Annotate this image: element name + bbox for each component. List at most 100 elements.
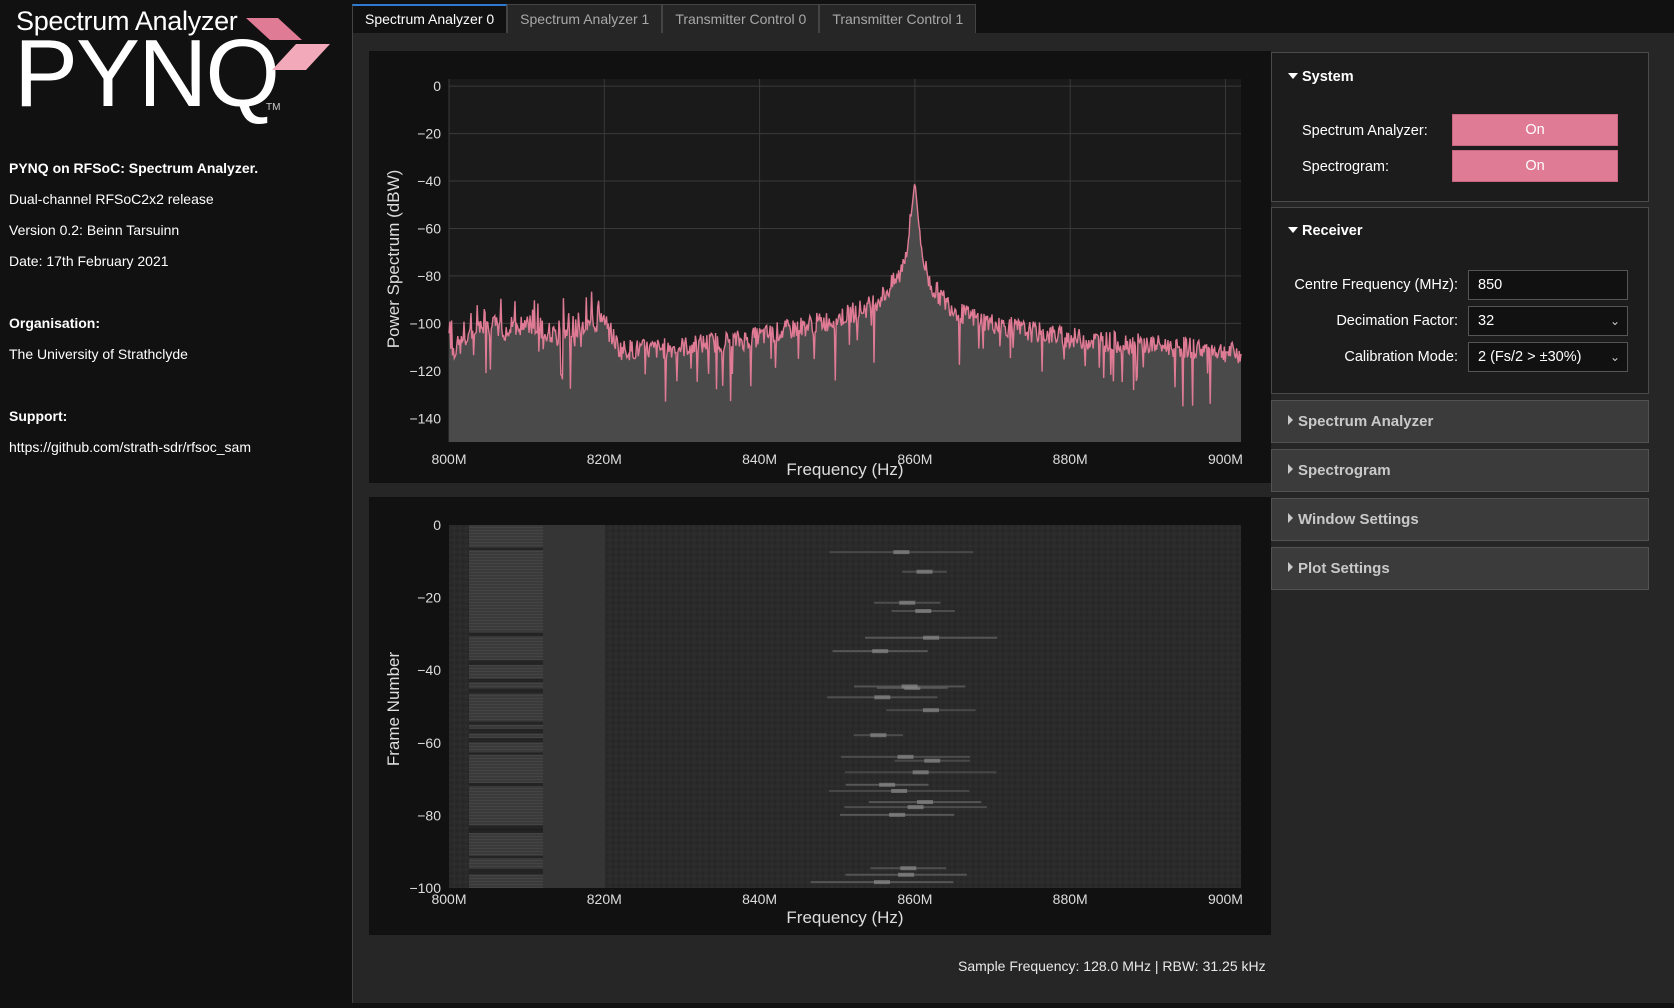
spectrogram-streak-core (879, 782, 896, 787)
spectrogram-streak-core (893, 550, 910, 555)
spectrogram-dark-band (469, 678, 543, 683)
y-tick-label: 0 (433, 517, 441, 533)
spectrum-plot[interactable]: 800M 820M 840M 860M 880M 900M 0 −20 −40 −60 −80 −1… (369, 51, 1271, 483)
spectrogram-streak-core (917, 800, 934, 805)
release-text: Dual-channel RFSoC2x2 release (9, 191, 214, 207)
spectrogram-streak-core (872, 649, 889, 654)
caret-right-icon (1288, 562, 1293, 572)
y-tick-label: −20 (417, 126, 441, 142)
spectrogram-dark-band (469, 783, 543, 787)
x-tick-label: 880M (1053, 451, 1088, 467)
y-tick-label: −20 (417, 590, 441, 606)
spectrogram-streak-core (870, 733, 887, 738)
date-text: Date: 17th February 2021 (9, 253, 169, 269)
decimation-factor-select[interactable]: 32 ⌄ (1468, 306, 1628, 336)
spectrogram-streak-core (916, 569, 933, 574)
x-tick-label: 900M (1208, 451, 1243, 467)
x-tick-label: 860M (897, 891, 932, 907)
tab-spectrum-analyzer-1[interactable]: Spectrum Analyzer 1 (507, 4, 663, 33)
spectrogram-streak-core (874, 695, 891, 700)
x-tick-label: 820M (587, 891, 622, 907)
spectrogram-streak-core (924, 758, 941, 763)
spectrogram-dark-band (469, 825, 543, 831)
y-tick-label: −140 (409, 410, 441, 426)
spectrogram-svg: 800M 820M 840M 860M 880M 900M 0−20−40−60−80−1… (384, 517, 1243, 927)
organisation-text: The University of Strathclyde (9, 346, 188, 362)
spectrogram-streak-core (873, 880, 890, 885)
receiver-title: Receiver (1302, 223, 1363, 239)
spectrogram-y-ticks: 0 −20 −40 −60 −80 −100 (409, 517, 441, 896)
spectrum-ylabel: Power Spectrum (dBW) (384, 170, 403, 349)
caret-right-icon (1288, 415, 1293, 425)
y-tick-label: −60 (417, 220, 441, 236)
x-tick-label: 880M (1053, 891, 1088, 907)
spectrogram-streak-core (891, 788, 908, 793)
spectrogram-dark-band (469, 721, 543, 725)
y-tick-label: −80 (417, 268, 441, 284)
spectrum-analyzer-label: Spectrum Analyzer: (1302, 123, 1428, 139)
spectrogram-dark-band (469, 547, 543, 550)
calibration-mode-select[interactable]: 2 (Fs/2 > ±30%) ⌄ (1468, 342, 1628, 372)
support-label: Support: (9, 408, 68, 424)
sidebar: Spectrum Analyzer PYNQ TM PYNQ on RFSoC:… (0, 0, 350, 1008)
spectrogram-dark-band (469, 688, 543, 694)
section-plot-settings[interactable]: Plot Settings (1271, 547, 1649, 590)
x-tick-label: 900M (1208, 891, 1243, 907)
tab-transmitter-control-1[interactable]: Transmitter Control 1 (819, 4, 977, 33)
spectrogram-dark-band (469, 738, 543, 743)
y-tick-label: −100 (409, 315, 441, 331)
decimation-factor-label: Decimation Factor: (1336, 313, 1458, 329)
section-label: Window Settings (1298, 511, 1419, 528)
caret-down-icon (1288, 73, 1298, 79)
spectrogram-label: Spectrogram: (1302, 159, 1390, 175)
spectrogram-streak-core (922, 708, 939, 713)
spectrum-xlabel: Frequency (Hz) (786, 460, 903, 479)
x-tick-label: 840M (742, 451, 777, 467)
receiver-panel: Receiver Centre Frequency (MHz): 850 Dec… (1271, 207, 1649, 394)
spectrogram-streak-core (923, 635, 940, 640)
spectrogram-streak-core (897, 754, 914, 759)
section-spectrogram[interactable]: Spectrogram (1271, 449, 1649, 492)
support-link[interactable]: https://github.com/strath-sdr/rfsoc_sam (9, 439, 251, 455)
spectrogram-x-ticks: 800M 820M 840M 860M 880M 900M (431, 891, 1243, 907)
caret-right-icon (1288, 513, 1293, 523)
y-tick-label: −120 (409, 363, 441, 379)
spectrogram-xlabel: Frequency (Hz) (786, 908, 903, 927)
status-text: Sample Frequency: 128.0 MHz | RBW: 31.25… (958, 958, 1266, 974)
chevron-down-icon: ⌄ (1609, 350, 1620, 364)
section-spectrum-analyzer[interactable]: Spectrum Analyzer (1271, 400, 1649, 443)
section-label: Plot Settings (1298, 560, 1390, 577)
section-label: Spectrum Analyzer (1298, 413, 1434, 430)
section-window-settings[interactable]: Window Settings (1271, 498, 1649, 541)
tab-transmitter-control-0[interactable]: Transmitter Control 0 (662, 4, 820, 33)
spectrogram-dark-band (469, 855, 543, 859)
spectrogram-streak-core (889, 812, 906, 817)
centre-frequency-input[interactable]: 850 (1468, 270, 1628, 300)
decimation-value: 32 (1478, 313, 1495, 329)
spectrogram-dark-band (469, 660, 543, 665)
spectrum-analyzer-toggle[interactable]: On (1452, 114, 1618, 146)
tab-bar: Spectrum Analyzer 0 Spectrum Analyzer 1 … (352, 4, 977, 33)
spectrogram-streak-core (900, 866, 917, 871)
spectrogram-band-1 (469, 525, 543, 888)
calibration-mode-label: Calibration Mode: (1344, 349, 1458, 365)
system-title: System (1302, 69, 1354, 85)
spectrogram-streak-core (899, 600, 916, 605)
receiver-header[interactable]: Receiver (1288, 223, 1362, 239)
y-tick-label: 0 (433, 78, 441, 94)
spectrogram-dark-band (469, 868, 543, 875)
centre-frequency-label: Centre Frequency (MHz): (1294, 277, 1458, 293)
system-header[interactable]: System (1288, 69, 1354, 85)
x-tick-label: 800M (431, 451, 466, 467)
logo-title: PYNQ (14, 20, 280, 127)
caret-down-icon (1288, 227, 1298, 233)
system-panel: System Spectrum Analyzer: On Spectrogram… (1271, 52, 1649, 202)
organisation-label: Organisation: (9, 315, 101, 331)
spectrogram-plot[interactable]: 800M 820M 840M 860M 880M 900M 0 −20 −40 −60 −80 −1… (369, 497, 1271, 935)
spectrogram-toggle[interactable]: On (1452, 150, 1618, 182)
project-title: PYNQ on RFSoC: Spectrum Analyzer. (9, 160, 259, 176)
tab-spectrum-analyzer-0[interactable]: Spectrum Analyzer 0 (352, 4, 508, 33)
y-tick-label: −80 (417, 807, 441, 823)
y-tick-label: −40 (417, 662, 441, 678)
spectrogram-streak-core (907, 805, 924, 810)
